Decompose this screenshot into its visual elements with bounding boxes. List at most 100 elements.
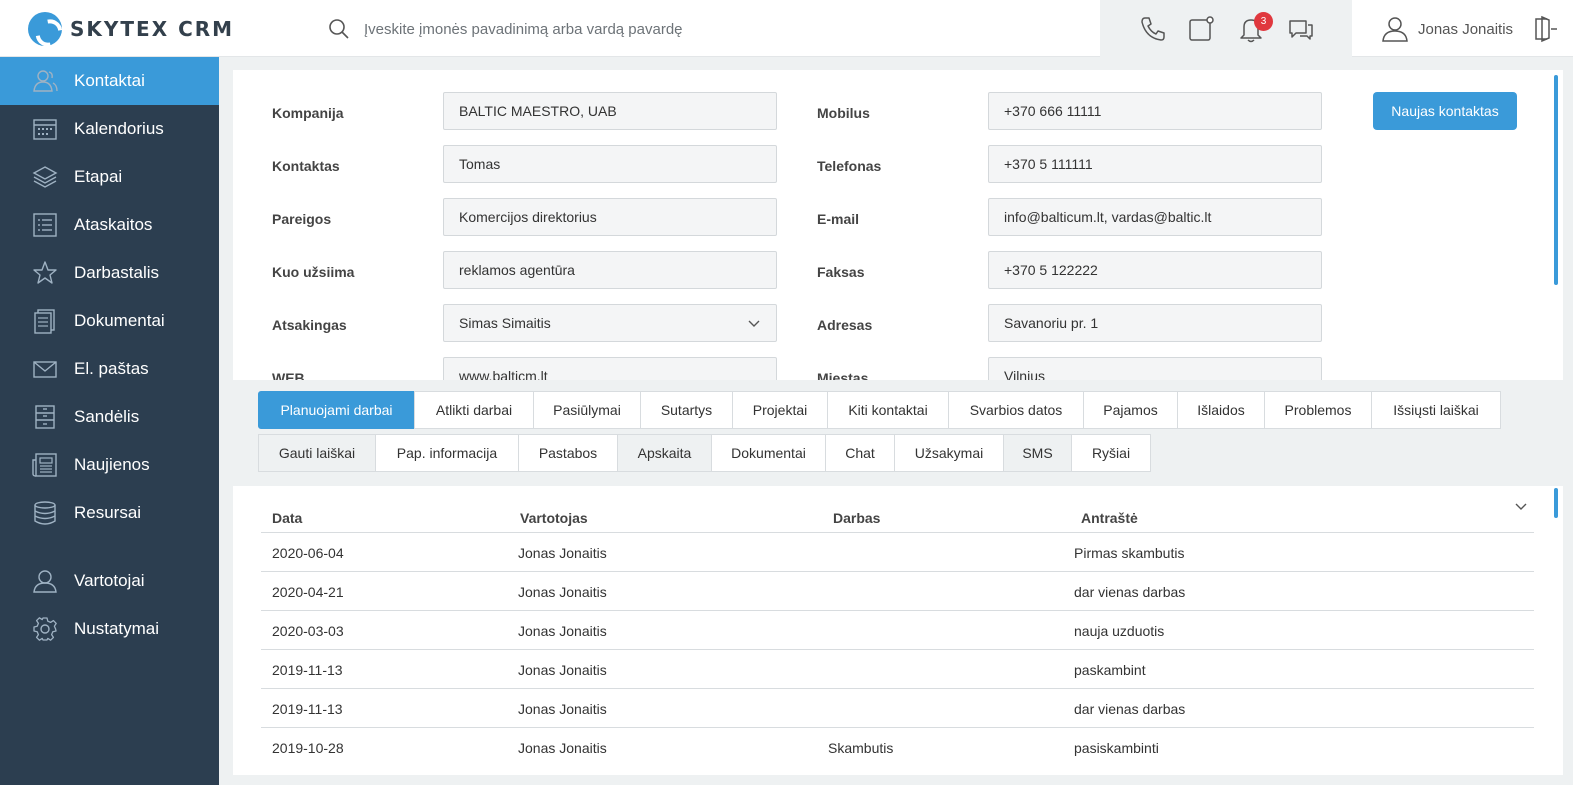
- skytex-logo-icon: [28, 12, 62, 46]
- kompanija-field[interactable]: BALTIC MAESTRO, UAB: [443, 92, 777, 130]
- tab-problemos[interactable]: Problemos: [1264, 391, 1372, 429]
- cell-antraste: dar vienas darbas: [1074, 701, 1186, 717]
- column-header-antraste[interactable]: Antraštė: [1081, 510, 1138, 526]
- cell-data: 2019-11-13: [272, 662, 343, 678]
- field-label-mobilus: Mobilus: [817, 105, 870, 121]
- user-menu[interactable]: Jonas Jonaitis: [1380, 14, 1513, 44]
- sidebar-item-darbastalis[interactable]: Darbastalis: [0, 249, 219, 297]
- sidebar-item-label: Dokumentai: [74, 311, 165, 330]
- sidebar-item-ataskaitos[interactable]: Ataskaitos: [0, 201, 219, 249]
- mobilus-field[interactable]: +370 666 11111: [988, 92, 1322, 130]
- adresas-field[interactable]: Savanoriu pr. 1: [988, 304, 1322, 342]
- chevron-down-icon: [748, 317, 760, 329]
- user-icon: [1380, 14, 1410, 44]
- field-label-pareigos: Pareigos: [272, 211, 332, 227]
- pareigos-field[interactable]: Komercijos direktorius: [443, 198, 777, 236]
- tab-sms[interactable]: SMS: [1003, 434, 1072, 472]
- row-divider: [261, 649, 1534, 650]
- field-label-kompanija: Kompanija: [272, 105, 344, 121]
- web-field[interactable]: www.balticm.lt: [443, 357, 777, 380]
- tab-pasiulymai[interactable]: Pasiūlymai: [533, 391, 641, 429]
- sidebar-item-label: Etapai: [74, 167, 123, 186]
- cell-antraste: nauja uzduotis: [1074, 623, 1165, 639]
- gear-icon: [32, 616, 58, 642]
- sidebar-item-el-pastas[interactable]: El. paštas: [0, 345, 219, 393]
- sidebar-item-resursai[interactable]: Resursai: [0, 489, 219, 537]
- layers-icon: [32, 164, 58, 190]
- calendar-icon: [32, 116, 58, 142]
- warehouse-icon: [32, 404, 58, 430]
- planned-tasks-table: Data Vartotojas Darbas Antraštė 2020-06-…: [233, 486, 1563, 775]
- tab-dokumentai[interactable]: Dokumentai: [711, 434, 826, 472]
- kontaktas-field[interactable]: Tomas: [443, 145, 777, 183]
- logo[interactable]: SKYTEX CRM: [28, 11, 234, 47]
- contacts-icon: [32, 68, 58, 94]
- contact-details-panel: Kompanija BALTIC MAESTRO, UAB Kontaktas …: [233, 70, 1563, 380]
- faksas-field[interactable]: +370 5 122222: [988, 251, 1322, 289]
- kuo-uzsiima-field[interactable]: reklamos agentūra: [443, 251, 777, 289]
- cell-vartotojas: Jonas Jonaitis: [518, 662, 607, 678]
- search-input[interactable]: [364, 14, 1064, 44]
- phone-icon[interactable]: [1138, 14, 1168, 44]
- new-contact-button[interactable]: Naujas kontaktas: [1373, 92, 1517, 130]
- tab-issiusti-laiskai[interactable]: Išsiųsti laiškai: [1371, 391, 1501, 429]
- table-header-divider: [261, 532, 1534, 533]
- row-divider: [261, 727, 1534, 728]
- tab-projektai[interactable]: Projektai: [732, 391, 828, 429]
- column-header-data[interactable]: Data: [272, 510, 302, 526]
- field-label-kuo-uzsiima: Kuo užsiima: [272, 264, 355, 280]
- tab-rysiai[interactable]: Ryšiai: [1071, 434, 1151, 472]
- cell-antraste: Pirmas skambutis: [1074, 545, 1185, 561]
- note-icon[interactable]: [1186, 14, 1216, 44]
- cell-vartotojas: Jonas Jonaitis: [518, 701, 607, 717]
- cell-antraste: paskambint: [1074, 662, 1146, 678]
- search-icon[interactable]: [328, 18, 350, 40]
- tab-islaidos[interactable]: Išlaidos: [1177, 391, 1265, 429]
- tab-chat[interactable]: Chat: [825, 434, 895, 472]
- tab-apskaita[interactable]: Apskaita: [617, 434, 712, 472]
- database-icon: [32, 500, 58, 526]
- top-bar: SKYTEX CRM 3 Jonas Jonaitis: [0, 0, 1573, 57]
- logo-text: SKYTEX CRM: [70, 17, 235, 41]
- sidebar-item-sandelis[interactable]: Sandėlis: [0, 393, 219, 441]
- tab-svarbios-datos[interactable]: Svarbios datos: [948, 391, 1084, 429]
- column-header-vartotojas[interactable]: Vartotojas: [520, 510, 588, 526]
- sidebar: Kontaktai Kalendorius Etapai Ataskaitos …: [0, 57, 219, 785]
- tab-gauti-laiskai[interactable]: Gauti laiškai: [258, 434, 376, 472]
- list-icon: [32, 212, 58, 238]
- sidebar-item-dokumentai[interactable]: Dokumentai: [0, 297, 219, 345]
- tab-atlikti-darbai[interactable]: Atlikti darbai: [414, 391, 534, 429]
- atsakingas-select[interactable]: Simas Simaitis: [443, 304, 777, 342]
- cell-data: 2019-10-28: [272, 740, 344, 756]
- table-scrollbar[interactable]: [1554, 488, 1558, 518]
- sidebar-item-etapai[interactable]: Etapai: [0, 153, 219, 201]
- user-name: Jonas Jonaitis: [1418, 20, 1514, 38]
- tab-pap-informacija[interactable]: Pap. informacija: [375, 434, 519, 472]
- sidebar-item-kalendorius[interactable]: Kalendorius: [0, 105, 219, 153]
- column-header-darbas[interactable]: Darbas: [833, 510, 880, 526]
- cell-vartotojas: Jonas Jonaitis: [518, 740, 607, 756]
- sidebar-item-label: Darbastalis: [74, 263, 160, 282]
- atsakingas-value: Simas Simaitis: [459, 315, 551, 331]
- tab-sutartys[interactable]: Sutartys: [640, 391, 733, 429]
- chat-icon[interactable]: [1286, 14, 1316, 44]
- cell-vartotojas: Jonas Jonaitis: [518, 545, 607, 561]
- tab-pastabos[interactable]: Pastabos: [518, 434, 618, 472]
- field-label-kontaktas: Kontaktas: [272, 158, 340, 174]
- email-field[interactable]: info@balticum.lt, vardas@baltic.lt: [988, 198, 1322, 236]
- tab-pajamos[interactable]: Pajamos: [1083, 391, 1178, 429]
- contact-panel-scrollbar[interactable]: [1554, 75, 1558, 285]
- sidebar-item-naujienos[interactable]: Naujienos: [0, 441, 219, 489]
- telefonas-field[interactable]: +370 5 111111: [988, 145, 1322, 183]
- cell-data: 2020-06-04: [272, 545, 344, 561]
- tab-planuojami-darbai[interactable]: Planuojami darbai: [258, 391, 415, 429]
- sidebar-item-vartotojai[interactable]: Vartotojai: [0, 557, 219, 605]
- miestas-field[interactable]: Vilnius: [988, 357, 1322, 380]
- sidebar-item-kontaktai[interactable]: Kontaktai: [0, 57, 219, 105]
- document-icon: [32, 308, 58, 334]
- tab-uzsakymai[interactable]: Užsakymai: [894, 434, 1004, 472]
- chevron-down-icon[interactable]: [1515, 500, 1527, 512]
- logout-icon[interactable]: [1530, 14, 1560, 44]
- tab-kiti-kontaktai[interactable]: Kiti kontaktai: [827, 391, 949, 429]
- sidebar-item-nustatymai[interactable]: Nustatymai: [0, 605, 219, 653]
